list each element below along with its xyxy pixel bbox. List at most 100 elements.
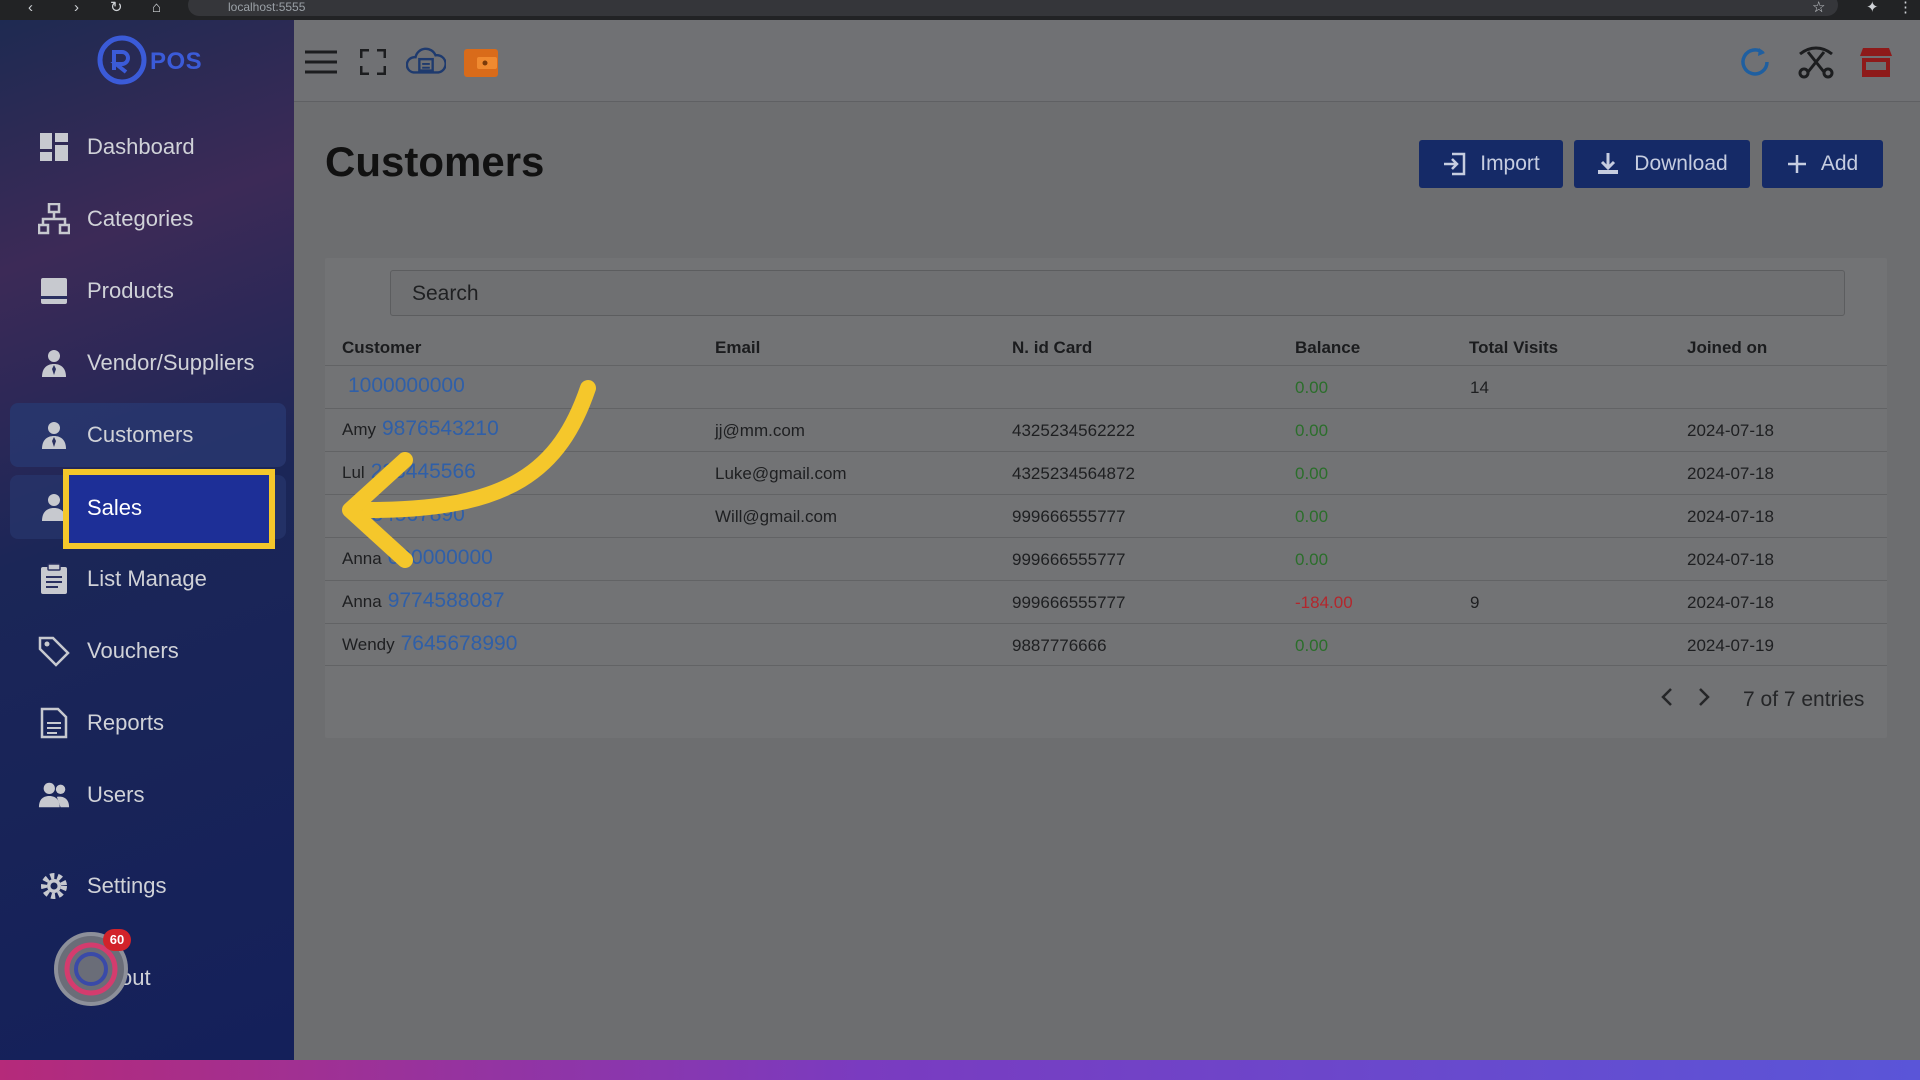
extensions-icon[interactable]: ✦ bbox=[1866, 0, 1879, 15]
url-text: localhost:5555 bbox=[228, 0, 306, 14]
user-tie-icon bbox=[38, 347, 70, 379]
sidebar-item-label: Dashboard bbox=[87, 134, 195, 159]
joined-cell: 2024-07-18 bbox=[1687, 507, 1774, 526]
column-header-joined-on[interactable]: Joined on bbox=[1687, 338, 1767, 358]
dashboard-icon bbox=[38, 131, 70, 163]
id-card-cell: 9887776666 bbox=[1012, 636, 1107, 655]
forward-icon[interactable]: › bbox=[74, 0, 79, 15]
sidebar-item-categories[interactable]: Categories bbox=[10, 187, 286, 251]
sidebar-item-label: Vendor/Suppliers bbox=[87, 350, 255, 375]
import-icon bbox=[1444, 152, 1466, 176]
search-input[interactable]: Search bbox=[390, 270, 1845, 316]
id-card-cell: 999666555777 bbox=[1012, 550, 1126, 569]
home-icon[interactable]: ⌂ bbox=[152, 0, 161, 15]
balance-cell: 0.00 bbox=[1295, 550, 1329, 569]
id-card-cell: 999666555777 bbox=[1012, 507, 1126, 526]
email-cell: Luke@gmail.com bbox=[715, 464, 847, 483]
column-header-balance[interactable]: Balance bbox=[1295, 338, 1360, 358]
download-button[interactable]: Download bbox=[1574, 140, 1750, 188]
email-cell: Will@gmail.com bbox=[715, 507, 838, 526]
sidebar-item-vendor-suppliers[interactable]: Vendor/Suppliers bbox=[10, 331, 286, 395]
sidebar-item-vouchers[interactable]: Vouchers bbox=[10, 619, 286, 683]
sidebar-item-users[interactable]: Users bbox=[10, 763, 286, 827]
table-row[interactable]: Anna 9774588087 999666555777 -184.00 9 20… bbox=[325, 580, 1887, 623]
page-title: Customers bbox=[325, 138, 545, 185]
tag-icon bbox=[38, 635, 70, 667]
sidebar-item-settings[interactable]: Settings bbox=[10, 854, 286, 918]
wallet-icon[interactable] bbox=[461, 42, 501, 82]
plus-icon bbox=[1787, 155, 1806, 173]
cloud-printer-icon[interactable] bbox=[406, 42, 446, 82]
balance-cell: -184.00 bbox=[1295, 593, 1353, 612]
column-header-customer[interactable]: Customer bbox=[342, 338, 421, 358]
joined-cell: 2024-07-18 bbox=[1687, 593, 1774, 612]
hierarchy-icon bbox=[38, 203, 70, 235]
pagination-summary: 7 of 7 entries bbox=[1743, 688, 1865, 711]
browser-menu-icon[interactable]: ⋮ bbox=[1898, 0, 1913, 15]
balance-cell: 0.00 bbox=[1295, 378, 1329, 397]
column-header-email[interactable]: Email bbox=[715, 338, 760, 358]
search-placeholder: Search bbox=[412, 282, 479, 305]
sidebar-item-label: Vouchers bbox=[87, 638, 179, 663]
id-card-cell: 999666555777 bbox=[1012, 593, 1126, 612]
annotation-arrow bbox=[342, 380, 596, 568]
fullscreen-icon[interactable] bbox=[353, 42, 393, 82]
file-icon bbox=[38, 707, 70, 739]
balance-cell: 0.00 bbox=[1295, 421, 1329, 440]
download-icon bbox=[1598, 153, 1619, 174]
joined-cell: 2024-07-18 bbox=[1687, 421, 1774, 440]
balance-cell: 0.00 bbox=[1295, 636, 1329, 655]
column-header-id-card[interactable]: N. id Card bbox=[1012, 338, 1092, 358]
visits-cell: 9 bbox=[1470, 593, 1480, 612]
add-button[interactable]: Add bbox=[1762, 140, 1883, 188]
address-bar[interactable] bbox=[188, 0, 1838, 16]
gear-icon bbox=[38, 870, 70, 902]
box-icon bbox=[38, 275, 70, 307]
sidebar-item-label: Sales bbox=[87, 495, 143, 520]
bookmark-star-icon[interactable]: ☆ bbox=[1812, 0, 1825, 15]
store-icon[interactable] bbox=[1856, 42, 1896, 82]
joined-cell: 2024-07-19 bbox=[1687, 636, 1774, 655]
balance-cell: 0.00 bbox=[1295, 464, 1329, 483]
sidebar-item-label: Users bbox=[87, 782, 145, 807]
sidebar-item-reports[interactable]: Reports bbox=[10, 691, 286, 755]
users-icon bbox=[38, 779, 70, 811]
import-button[interactable]: Import bbox=[1419, 140, 1563, 188]
network-sync-icon[interactable] bbox=[1796, 42, 1836, 82]
sidebar-item-list-manage[interactable]: List Manage bbox=[10, 547, 286, 611]
logo-text: POS bbox=[150, 48, 203, 75]
sidebar-item-label: Customers bbox=[87, 422, 194, 447]
sidebar-item-label: List Manage bbox=[87, 566, 207, 591]
prev-page-icon[interactable] bbox=[1660, 686, 1674, 714]
sidebar-item-label: Products bbox=[87, 278, 174, 303]
balance-cell: 0.00 bbox=[1295, 507, 1329, 526]
joined-cell: 2024-07-18 bbox=[1687, 550, 1774, 569]
top-bar bbox=[294, 20, 1920, 102]
user-tie-icon bbox=[38, 419, 70, 451]
sidebar-item-label: Settings bbox=[87, 873, 167, 898]
table-row[interactable]: Wendy 7645678990 9887776666 0.00 2024-07-… bbox=[325, 623, 1887, 666]
sidebar-item-products[interactable]: Products bbox=[10, 259, 286, 323]
customer-cell[interactable]: Anna 9774588087 bbox=[342, 589, 505, 613]
next-page-icon[interactable] bbox=[1697, 686, 1711, 714]
column-header-total-visits[interactable]: Total Visits bbox=[1469, 338, 1558, 358]
sidebar-item-label: Categories bbox=[87, 206, 194, 231]
hamburger-menu-icon[interactable] bbox=[301, 42, 341, 82]
sales-highlight-box[interactable]: Sales bbox=[63, 469, 275, 549]
sidebar-item-label: Reports bbox=[87, 710, 165, 735]
id-card-cell: 4325234562222 bbox=[1012, 421, 1135, 440]
bottom-gradient-strip bbox=[0, 1060, 1920, 1080]
id-card-cell: 4325234564872 bbox=[1012, 464, 1135, 483]
customer-cell[interactable]: Wendy 7645678990 bbox=[342, 632, 517, 656]
notification-badge: 60 bbox=[103, 929, 131, 951]
refresh-icon[interactable] bbox=[1735, 42, 1775, 82]
back-icon[interactable]: ‹ bbox=[28, 0, 33, 15]
sidebar-item-customers[interactable]: Customers bbox=[10, 403, 286, 467]
clipboard-icon bbox=[38, 563, 70, 595]
browser-toolbar: ‹ › ↻ ⌂ localhost:5555 ☆ ✦ ⋮ bbox=[0, 0, 1920, 20]
email-cell: jj@mm.com bbox=[715, 421, 805, 440]
visits-cell: 14 bbox=[1470, 378, 1489, 397]
joined-cell: 2024-07-18 bbox=[1687, 464, 1774, 483]
reload-icon[interactable]: ↻ bbox=[110, 0, 123, 15]
sidebar-item-dashboard[interactable]: Dashboard bbox=[10, 115, 286, 179]
